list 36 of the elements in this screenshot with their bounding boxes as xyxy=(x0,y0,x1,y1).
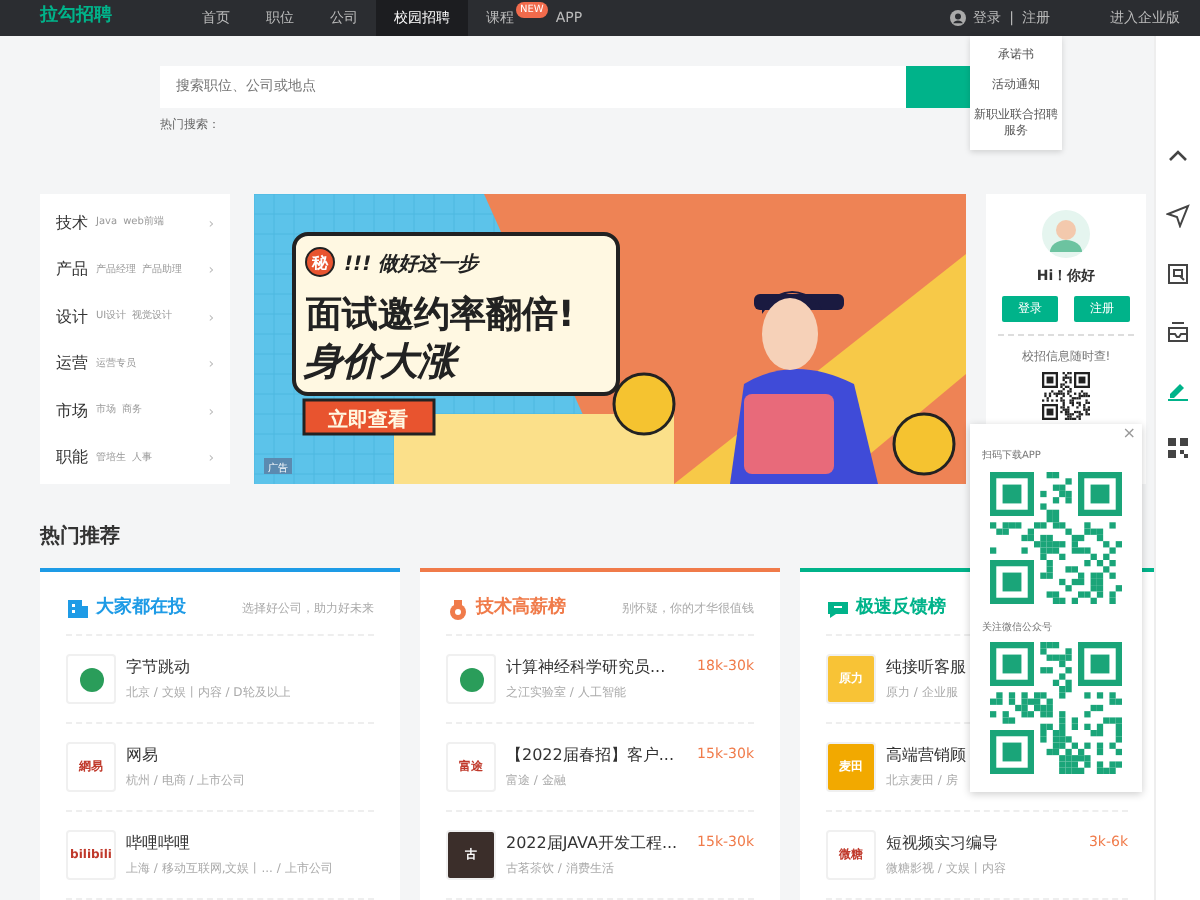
card-header-icon xyxy=(66,598,90,620)
secret-badge-text: 秘 xyxy=(312,254,328,272)
job-title[interactable]: 【2022届春招】客户... xyxy=(506,744,674,768)
resume-icon[interactable] xyxy=(1166,262,1190,286)
category-title[interactable]: 职能 xyxy=(56,446,88,471)
category-title[interactable]: 设计 xyxy=(56,305,88,330)
banner-headline: 面试邀约率翻倍! xyxy=(306,294,575,336)
qr-grid-icon[interactable] xyxy=(1166,436,1190,460)
avatar-icon xyxy=(1042,210,1090,258)
inbox-icon[interactable] xyxy=(1166,320,1190,344)
user-icon xyxy=(949,10,966,26)
job-title[interactable]: 高端营销顾 xyxy=(886,744,966,768)
job-title[interactable]: 哔哩哔哩 xyxy=(126,832,333,856)
card-header-icon xyxy=(826,598,850,620)
job-title[interactable]: 计算神经科学研究员... xyxy=(506,656,666,680)
category-title[interactable]: 运营 xyxy=(56,352,88,377)
job-title[interactable]: 短视频实习编导 xyxy=(886,832,1006,856)
qr-code-icon xyxy=(990,471,1122,603)
view-now-button[interactable] xyxy=(302,398,436,436)
banner-headline: 身价大涨 xyxy=(304,340,456,384)
secret-badge-icon xyxy=(305,247,335,277)
job-title[interactable]: 2022届JAVA开发工程... xyxy=(506,832,678,856)
send-icon[interactable] xyxy=(1166,204,1190,228)
job-title[interactable]: 纯接听客服 xyxy=(886,656,966,680)
qr-code-icon xyxy=(1042,371,1090,419)
pen-icon[interactable] xyxy=(1166,378,1190,402)
job-title[interactable]: 字节跳动 xyxy=(126,656,291,680)
qr-code-icon xyxy=(990,642,1122,774)
banner-kicker: !!! 做好这一步 xyxy=(344,254,479,276)
job-title[interactable]: 网易 xyxy=(126,744,246,768)
logo[interactable]: 拉勾招聘 xyxy=(40,4,112,32)
category-title[interactable]: 技术 xyxy=(56,211,88,236)
category-title[interactable]: 市场 xyxy=(56,399,88,424)
section-title: 热门推荐 xyxy=(40,522,122,552)
category-title[interactable]: 产品 xyxy=(56,258,88,283)
card-header-icon xyxy=(446,598,470,620)
